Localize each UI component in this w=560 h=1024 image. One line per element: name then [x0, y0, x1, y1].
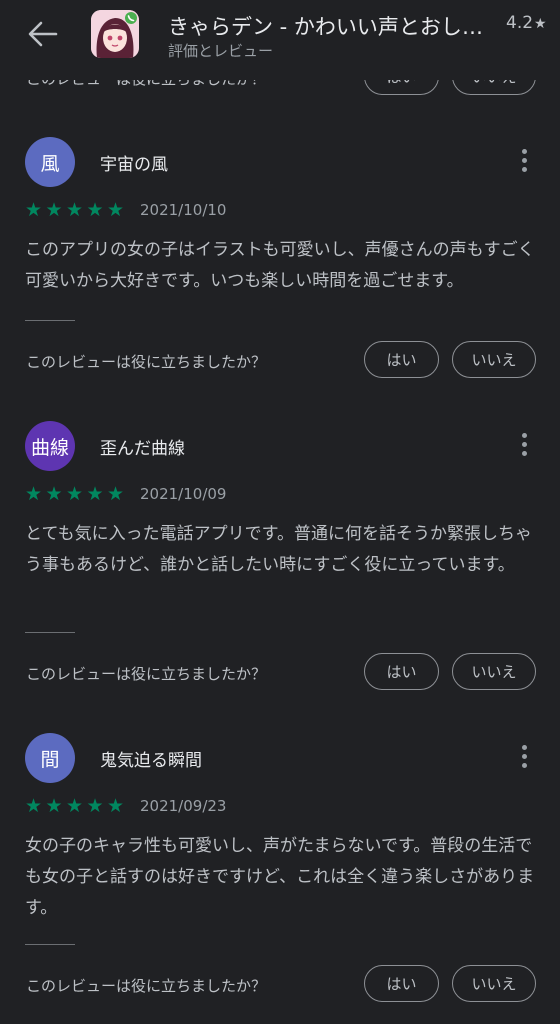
star-icon: ★: [534, 16, 547, 32]
helpful-yes-button[interactable]: はい: [364, 341, 439, 378]
helpful-question: このレビューは役に立ちましたか？: [26, 977, 267, 995]
page-subtitle: 評価とレビュー: [168, 42, 274, 60]
star-icon: ★: [45, 483, 63, 505]
divider: [25, 944, 75, 945]
more-vert-icon[interactable]: [514, 145, 534, 179]
app-bar: きゃらデン - かわいい声とおしゃべり 評価とレビュー 4.2★: [0, 0, 560, 80]
star-rating: ★ ★ ★ ★ ★: [25, 484, 128, 504]
app-icon: [91, 10, 139, 58]
helpful-yes-button[interactable]: はい: [364, 965, 439, 1002]
more-vert-icon[interactable]: [514, 429, 534, 463]
star-icon: ★: [86, 795, 104, 817]
star-icon: ★: [66, 483, 84, 505]
star-icon: ★: [66, 795, 84, 817]
star-icon: ★: [107, 483, 125, 505]
star-icon: ★: [45, 199, 63, 221]
arrow-back-icon[interactable]: [26, 20, 60, 48]
review-text: このアプリの女の子はイラストも可愛いし、声優さんの声もすごく可愛いから大好きです…: [25, 240, 535, 291]
star-rating: ★ ★ ★ ★ ★: [25, 796, 128, 816]
helpful-question: このレビューは役に立ちましたか？: [26, 665, 267, 683]
star-icon: ★: [66, 199, 84, 221]
overall-rating-value: 4.2: [506, 13, 534, 33]
star-icon: ★: [107, 795, 125, 817]
helpful-no-button[interactable]: いいえ: [452, 341, 536, 378]
overall-rating: 4.2★: [506, 13, 547, 33]
review-date: 2021/09/23: [140, 797, 227, 815]
review-item: 間 鬼気迫る瞬間 ★ ★ ★ ★ ★ 2021/09/23 女の子のキャラ性も可愛いし、…: [0, 733, 560, 1013]
more-vert-icon[interactable]: [514, 741, 534, 775]
review-text: とても気に入った電話アプリです。普通に何を話そうか緊張しちゃう事もあるけど、誰か…: [25, 524, 532, 575]
star-rating: ★ ★ ★ ★ ★: [25, 200, 128, 220]
divider: [25, 320, 75, 321]
helpful-yes-button[interactable]: はい: [364, 653, 439, 690]
star-icon: ★: [45, 795, 63, 817]
review-date: 2021/10/10: [140, 201, 227, 219]
helpful-no-button[interactable]: いいえ: [452, 965, 536, 1002]
divider: [25, 632, 75, 633]
reviewer-name: 鬼気迫る瞬間: [100, 751, 202, 771]
star-icon: ★: [86, 483, 104, 505]
helpful-question: このレビューは役に立ちましたか？: [26, 353, 267, 371]
review-date: 2021/10/09: [140, 485, 227, 503]
star-icon: ★: [107, 199, 125, 221]
avatar: 間: [25, 733, 75, 783]
review-text: 女の子のキャラ性も可愛いし、声がたまらないです。普段の生活でも女の子と話すのは好…: [25, 836, 535, 918]
star-icon: ★: [25, 483, 43, 505]
avatar: 風: [25, 137, 75, 187]
avatar: 曲線: [25, 421, 75, 471]
star-icon: ★: [86, 199, 104, 221]
review-item: 風 宇宙の風 ★ ★ ★ ★ ★ 2021/10/10 このアプリの女の子はイラストも可…: [0, 137, 560, 387]
review-item: 曲線 歪んだ曲線 ★ ★ ★ ★ ★ 2021/10/09 とても気に入った電話アプリで…: [0, 421, 560, 701]
reviewer-name: 宇宙の風: [100, 155, 168, 175]
reviewer-name: 歪んだ曲線: [100, 439, 185, 459]
star-icon: ★: [25, 199, 43, 221]
star-icon: ★: [25, 795, 43, 817]
app-title: きゃらデン - かわいい声とおしゃべり: [168, 15, 496, 39]
helpful-no-button[interactable]: いいえ: [452, 653, 536, 690]
